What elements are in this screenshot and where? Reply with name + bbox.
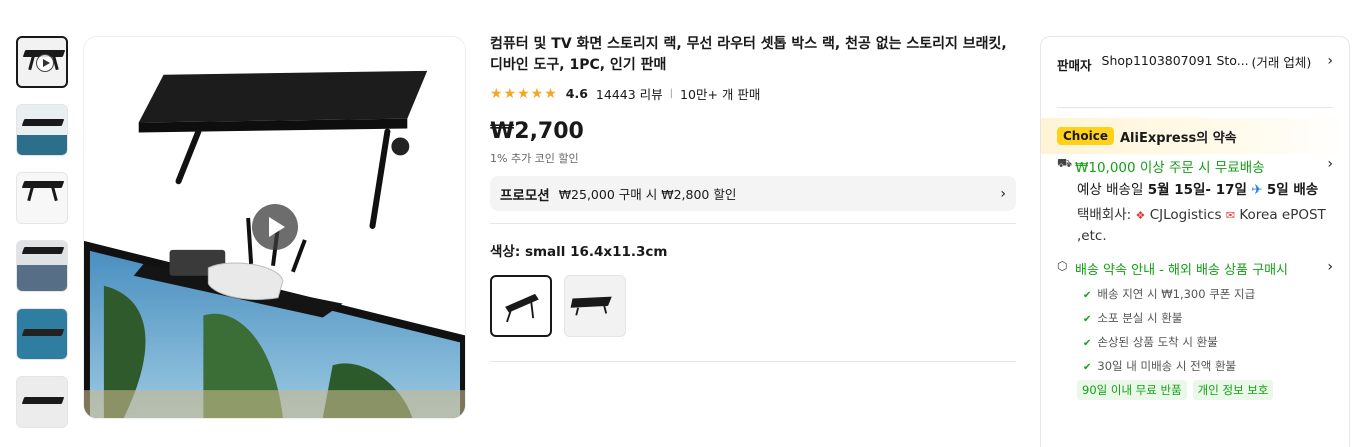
seller-name: Shop1103807091 Sto... [1101,53,1249,68]
promo-tag: 프로모션 [500,187,550,204]
carrier-info: 택배회사: ❖ CJLogistics ✉ Korea ePOST ,etc. [1077,205,1333,247]
play-icon [36,54,54,72]
review-count-link[interactable]: 14443 리뷰 [596,84,663,103]
list-item: ✔ 30일 내 미배송 시 전액 환불 [1083,359,1237,373]
promo-text: ₩25,000 구매 시 ₩2,800 할인 [558,187,737,202]
tag-privacy: 개인 정보 보호 [1192,380,1274,400]
rating-value: 4.6 [565,86,588,101]
seller-type: (거래 업체) [1251,55,1312,70]
divider [490,361,1016,362]
star-rating-icon: ★★★★★ [490,85,558,102]
product-page: 컴퓨터 및 TV 화면 스토리지 랙, 무선 라우터 셋톱 박스 랙, 천공 없… [0,0,1353,447]
divider [1057,107,1333,108]
price: ₩2,700 [490,119,584,144]
chevron-right-icon: › [1000,185,1006,202]
choice-text: AliExpress의 약속 [1119,130,1237,146]
promise-title: 배송 약속 안내 - 해외 배송 상품 구매시 [1075,263,1289,278]
product-title: 컴퓨터 및 TV 화면 스토리지 랙, 무선 라우터 셋톱 박스 랙, 천공 없… [490,36,1007,73]
choice-badge: Choice [1057,127,1114,145]
product-info: 컴퓨터 및 TV 화면 스토리지 랙, 무선 라우터 셋톱 박스 랙, 천공 없… [490,34,1016,362]
delivery-fast: 5일 배송 [1266,182,1319,198]
delivery-promise-section[interactable]: ⬡ 배송 약속 안내 - 해외 배송 상품 구매시 › ✔ 배송 지연 시 ₩1,… [1041,259,1349,400]
divider: | [669,88,674,99]
seller-row[interactable]: 판매자 Shop1103807091 Sto... (거래 업체) › [1041,37,1349,107]
airplane-icon: ✈ [1251,182,1263,198]
truck-icon: ⛟ [1057,156,1073,170]
sold-count: 10만+ 개 판매 [680,87,761,102]
promise-tags: 90일 이내 무료 반품 개인 정보 보호 [1077,380,1333,400]
color-label: 색상: small 16.4x11.3cm [490,244,668,260]
thumbnail-image[interactable] [16,240,68,292]
play-video-button[interactable] [252,204,298,250]
swatch-large[interactable] [564,275,626,337]
check-icon: ✔ [1083,314,1092,325]
promotion-banner[interactable]: 프로모션 ₩25,000 구매 시 ₩2,800 할인 › [490,176,1016,211]
thumbnail-image[interactable] [16,172,68,224]
thumbnail-video[interactable] [16,36,68,88]
seller-label: 판매자 [1057,58,1092,73]
cj-logo-icon: ❖ [1135,209,1146,222]
list-item: ✔ 소포 분실 시 환불 [1083,311,1183,325]
epost-logo-icon: ✉ [1225,209,1236,222]
main-product-image[interactable] [83,36,466,419]
delivery-estimate: 예상 배송일 5월 15일- 17일 ✈ 5일 배송 [1077,182,1319,198]
thumbnail-image[interactable] [16,308,68,360]
thumbnail-list [16,36,69,444]
check-icon: ✔ [1083,362,1092,373]
divider [490,223,1016,224]
choice-banner: Choice AliExpress의 약속 [1041,118,1349,154]
chevron-right-icon: › [1327,53,1333,69]
package-icon: ⬡ [1057,259,1068,273]
carrier-label: 택배회사: [1077,207,1132,223]
check-icon: ✔ [1083,290,1092,301]
check-icon: ✔ [1083,338,1092,349]
rating-row: ★★★★★ 4.6 14443 리뷰 | 10만+ 개 판매 [490,84,1016,103]
free-shipping-text: ₩10,000 이상 주문 시 무료배송 [1075,160,1265,176]
chevron-right-icon: › [1327,156,1333,172]
thumbnail-image[interactable] [16,104,68,156]
list-item: ✔ 손상된 상품 도착 시 환불 [1083,335,1218,349]
carrier-1: CJLogistics [1149,207,1222,223]
chevron-right-icon: › [1327,259,1333,275]
thumbnail-image[interactable] [16,376,68,428]
seller-shipping-panel: 판매자 Shop1103807091 Sto... (거래 업체) › Choi… [1040,36,1350,447]
tag-free-return: 90일 이내 무료 반품 [1077,380,1187,400]
coin-discount-note: 1% 추가 코인 할인 [490,152,579,165]
list-item: ✔ 배송 지연 시 ₩1,300 쿠폰 지급 [1083,287,1256,301]
swatch-small[interactable] [490,275,552,337]
delivery-date: 5월 15일- 17일 [1147,182,1247,198]
promise-list: ✔ 배송 지연 시 ₩1,300 쿠폰 지급 ✔ 소포 분실 시 환불 ✔ 손상된 상… [1083,282,1333,378]
shipping-section[interactable]: ⛟ ₩10,000 이상 주문 시 무료배송 › 예상 배송일 5월 15일- … [1041,154,1349,247]
color-swatches [490,275,1016,337]
